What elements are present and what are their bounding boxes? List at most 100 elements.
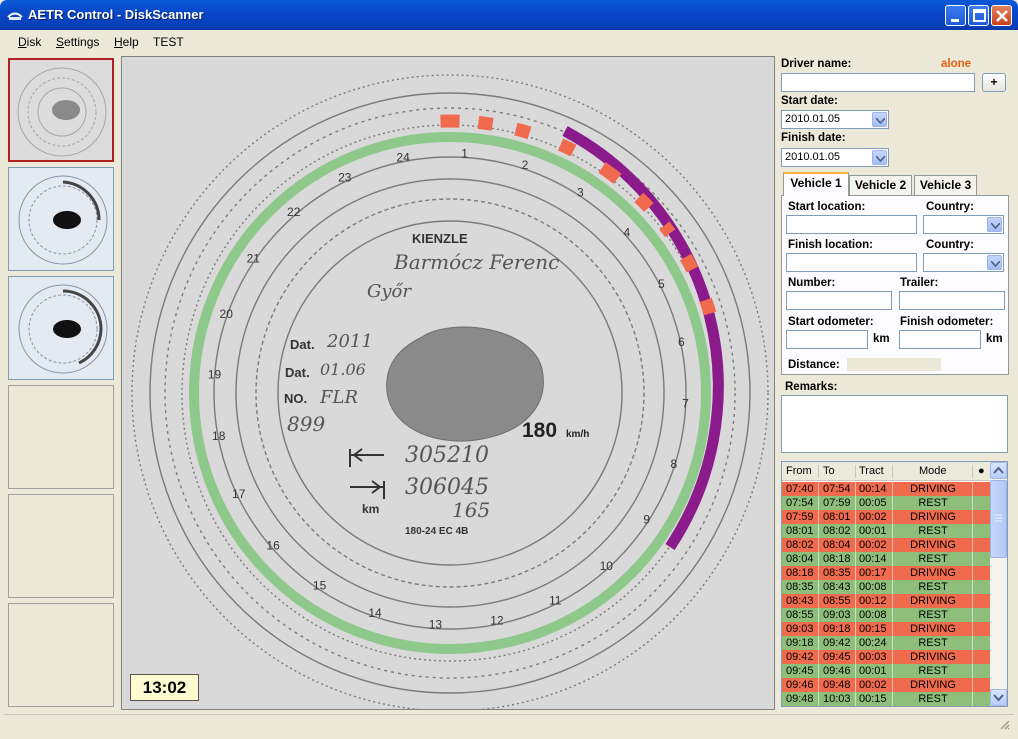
hour-label: 20 [220,307,234,321]
chevron-down-icon[interactable] [872,150,887,165]
start-country-select[interactable] [923,215,1004,234]
finish-location-input[interactable] [786,253,917,272]
cell-to: 08:02 [823,525,851,537]
menu-settings[interactable]: Settings [56,35,99,49]
start-location-input[interactable] [786,215,917,234]
finish-odometer-label: Finish odometer: [900,316,994,328]
km-label-disk: km [362,502,379,516]
chevron-down-icon[interactable] [872,112,887,127]
tab-vehicle-3[interactable]: Vehicle 3 [914,175,977,195]
finish-location-label: Finish location: [788,239,873,251]
add-driver-button[interactable]: + [982,73,1006,92]
finish-country-select[interactable] [923,253,1004,272]
hour-label: 2 [522,158,529,172]
menu-disk[interactable]: Disk [18,35,41,49]
table-row[interactable]: 07:40 07:54 00:14 DRIVING [782,482,992,496]
hour-label: 5 [658,277,665,291]
menu-test[interactable]: TEST [153,35,184,49]
disk-thumbnail-slot-5[interactable] [8,494,114,598]
table-row[interactable]: 08:43 08:55 00:12 DRIVING [782,594,992,608]
trailer-label: Trailer: [900,277,939,289]
table-scrollbar[interactable] [990,462,1007,706]
chevron-down-icon[interactable] [987,255,1002,270]
hour-label: 23 [338,171,352,185]
hour-label: 13 [429,618,443,632]
hour-label: 24 [396,151,410,165]
table-row[interactable]: 09:48 10:03 00:15 REST [782,692,992,706]
handwritten-plate: FLR [319,387,358,408]
finish-odometer-input[interactable] [899,330,981,349]
remarks-textarea[interactable] [781,395,1008,453]
hour-label: 8 [670,457,677,471]
disk-thumbnail-1[interactable] [8,58,114,162]
disk-viewer[interactable]: 1 2 3 4 5 6 7 8 9 10 11 12 13 14 15 16 17 18 19 20 21 22 23 24 … [121,56,775,710]
hour-label: 10 [600,559,614,573]
cell-tract: 00:14 [859,483,887,495]
scroll-down-button[interactable] [990,689,1007,706]
driver-name-input[interactable] [781,73,975,92]
table-row[interactable]: 08:55 09:03 00:08 REST [782,608,992,622]
hour-label: 19 [208,367,222,381]
disk-thumbnail-3[interactable] [8,276,114,380]
table-row[interactable]: 09:18 09:42 00:24 REST [782,636,992,650]
cell-to: 08:18 [823,553,851,565]
col-from[interactable]: From [786,465,812,477]
cell-from: 08:18 [786,567,814,579]
menu-help[interactable]: Help [114,35,139,49]
trailer-input[interactable] [899,291,1005,310]
table-row[interactable]: 08:18 08:35 00:17 DRIVING [782,566,992,580]
cell-tract: 00:02 [859,679,887,691]
tab-vehicle-2[interactable]: Vehicle 2 [849,175,912,195]
disk-thumbnail-slot-4[interactable] [8,385,114,489]
table-row[interactable]: 08:01 08:02 00:01 REST [782,524,992,538]
col-tract[interactable]: Tract [859,465,884,477]
col-to[interactable]: To [823,465,835,477]
tachograph-disk[interactable]: 123456789101112131415161718192021222324 … [122,57,774,709]
table-row[interactable]: 08:35 08:43 00:08 REST [782,580,992,594]
hour-label: 4 [624,226,631,240]
cell-from: 07:40 [786,483,814,495]
table-row[interactable]: 09:42 09:45 00:03 DRIVING [782,650,992,664]
col-flag[interactable]: ● [978,465,985,477]
cell-from: 08:02 [786,539,814,551]
tab-vehicle-1[interactable]: Vehicle 1 [783,172,849,196]
start-odometer-input[interactable] [786,330,868,349]
table-row[interactable]: 07:54 07:59 00:05 REST [782,496,992,510]
cell-tract: 00:02 [859,539,887,551]
number-input[interactable] [786,291,892,310]
cell-tract: 00:15 [859,693,887,705]
chevron-down-icon[interactable] [987,217,1002,232]
scroll-up-button[interactable] [990,462,1007,479]
maximize-button[interactable] [968,5,989,26]
table-row[interactable]: 08:04 08:18 00:14 REST [782,552,992,566]
table-row[interactable]: 09:03 09:18 00:15 DRIVING [782,622,992,636]
start-country-label: Country: [926,201,974,213]
table-row[interactable]: 08:02 08:04 00:02 DRIVING [782,538,992,552]
start-date-picker[interactable]: 2010.01.05 [781,110,889,129]
window-title: AETR Control - DiskScanner [28,7,204,22]
start-location-label: Start location: [788,201,866,213]
finish-date-picker[interactable]: 2010.01.05 [781,148,889,167]
driver-status: alone [941,58,972,70]
disk-thumbnail-2[interactable] [8,167,114,271]
title-bar[interactable]: AETR Control - DiskScanner [0,0,1018,30]
hour-label: 21 [247,252,261,266]
handwritten-name: Barmócz Ferenc [393,250,559,274]
cell-tract: 00:15 [859,623,887,635]
driving-segment [557,138,577,157]
resize-grip-icon[interactable] [998,718,1010,730]
cell-mode: DRIVING [910,679,956,691]
disk-thumbnail-slot-6[interactable] [8,603,114,707]
remarks-label: Remarks: [785,381,838,393]
table-row[interactable]: 07:59 08:01 00:02 DRIVING [782,510,992,524]
col-mode[interactable]: Mode [919,465,947,477]
cell-from: 08:43 [786,595,814,607]
scroll-thumb[interactable] [990,480,1007,558]
table-row[interactable]: 09:46 09:48 00:02 DRIVING [782,678,992,692]
table-row[interactable]: 09:45 09:46 00:01 REST [782,664,992,678]
cell-from: 07:54 [786,497,814,509]
close-button[interactable] [991,5,1012,26]
driving-segment [634,192,654,212]
minimize-button[interactable] [945,5,966,26]
start-date-value: 2010.01.05 [785,113,841,125]
